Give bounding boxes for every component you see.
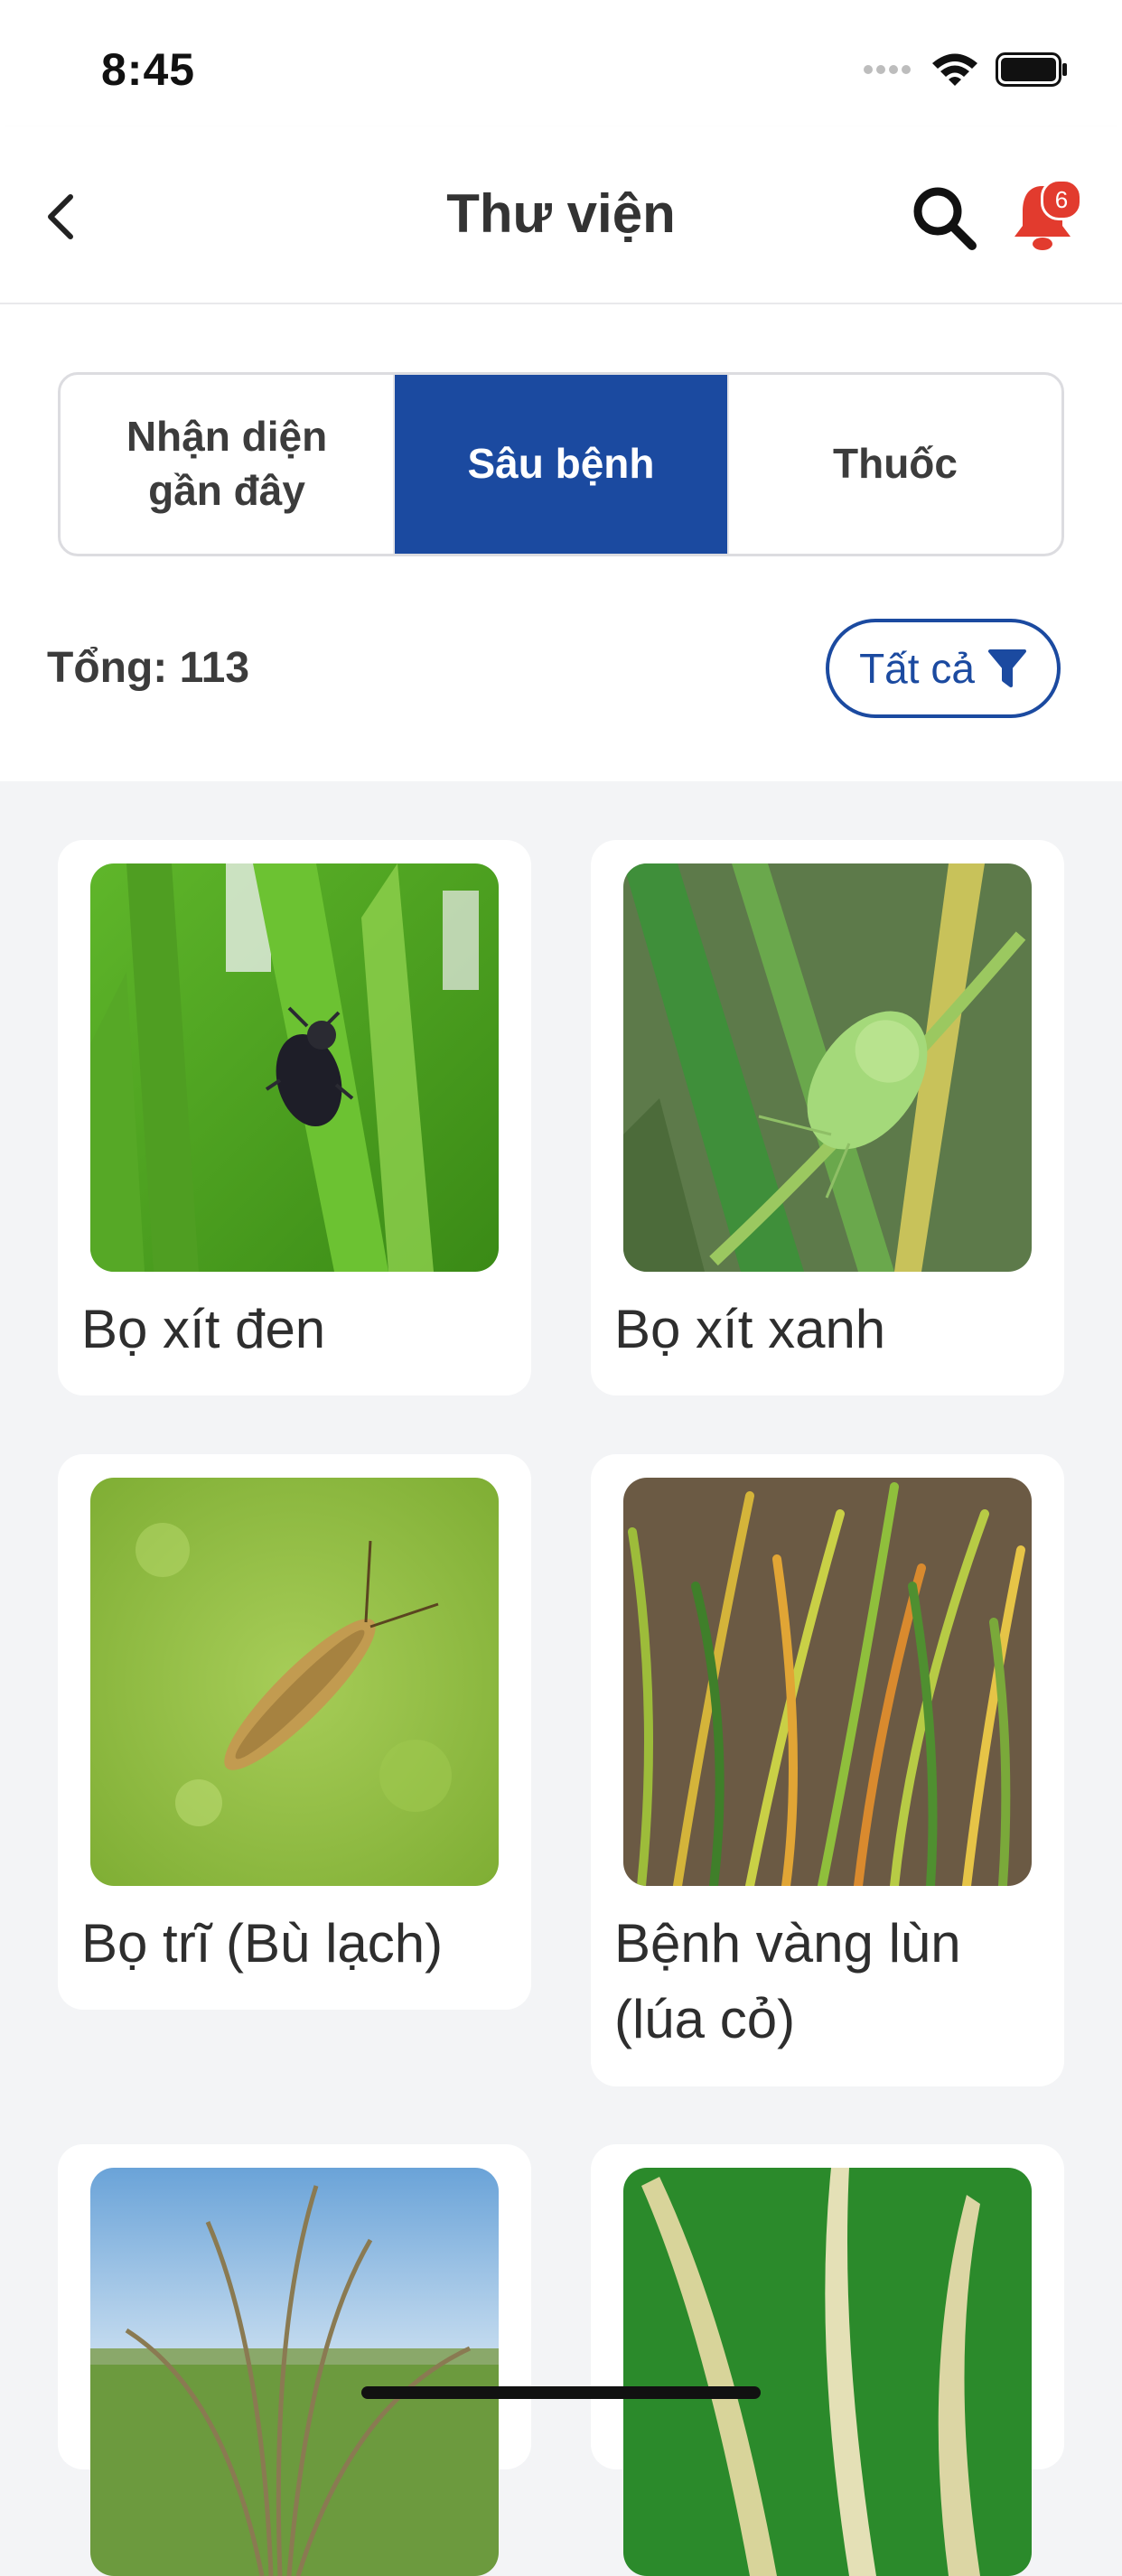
pest-name: Bọ xít đen — [81, 1299, 326, 1359]
app-header: Thư viện 6 — [0, 126, 1122, 304]
wifi-icon — [932, 53, 977, 86]
notification-badge: 6 — [1041, 179, 1082, 220]
pest-image-thrips — [90, 1478, 499, 1886]
tab-label-line: gần đây — [148, 467, 305, 514]
tab-label-line: Nhận diện — [126, 413, 328, 461]
tab-recent-identifications[interactable]: Nhận diện gần đây — [61, 375, 395, 554]
pest-card[interactable]: Bệnh vàng lùn (lúa cỏ) — [591, 1454, 1064, 2086]
filter-icon — [987, 649, 1026, 687]
tab-medicine[interactable]: Thuốc — [729, 375, 1061, 554]
tab-label: Sâu bệnh — [467, 440, 655, 488]
status-time: 8:45 — [101, 44, 196, 95]
signal-icon — [864, 65, 911, 74]
pest-card[interactable]: Bọ xít đen — [58, 840, 531, 1395]
pest-card[interactable] — [591, 2144, 1064, 2576]
pest-name: Bọ trĩ (Bù lạch) — [81, 1913, 444, 1974]
status-icons — [862, 47, 1068, 92]
filter-button[interactable]: Tất cả — [826, 619, 1061, 718]
tab-label: Nhận diện gần đây — [126, 410, 327, 518]
pest-card[interactable] — [58, 2144, 531, 2576]
pest-image-black-stink-bug — [90, 863, 499, 1272]
pest-card[interactable]: Bọ xít xanh — [591, 840, 1064, 1395]
total-count: Tổng: 113 — [47, 644, 250, 692]
tab-label: Thuốc — [833, 440, 958, 488]
library-controls: Nhận diện gần đây Sâu bệnh Thuốc Tổng: 1… — [0, 304, 1122, 781]
status-bar: 8:45 — [0, 0, 1122, 126]
tab-pests[interactable]: Sâu bệnh — [395, 375, 729, 554]
notification-button[interactable]: 6 — [1010, 179, 1082, 255]
pest-name: Bọ xít xanh — [614, 1299, 886, 1359]
battery-icon — [996, 52, 1067, 87]
pest-name: Bệnh vàng lùn (lúa cỏ) — [614, 1913, 961, 2049]
home-indicator — [361, 2386, 761, 2399]
pest-image-yellow-dwarf — [623, 1478, 1032, 1886]
search-button[interactable] — [909, 182, 981, 255]
search-icon — [913, 187, 977, 250]
pest-image-dried-rice-tuft — [90, 2168, 499, 2576]
pest-image-green-stink-bug — [623, 863, 1032, 1272]
pest-card[interactable]: Bọ trĩ (Bù lạch) — [58, 1454, 531, 2010]
pest-image-pale-rice-leaves — [623, 2168, 1032, 2576]
category-tabs: Nhận diện gần đây Sâu bệnh Thuốc — [58, 372, 1064, 556]
filter-label: Tất cả — [859, 645, 975, 692]
